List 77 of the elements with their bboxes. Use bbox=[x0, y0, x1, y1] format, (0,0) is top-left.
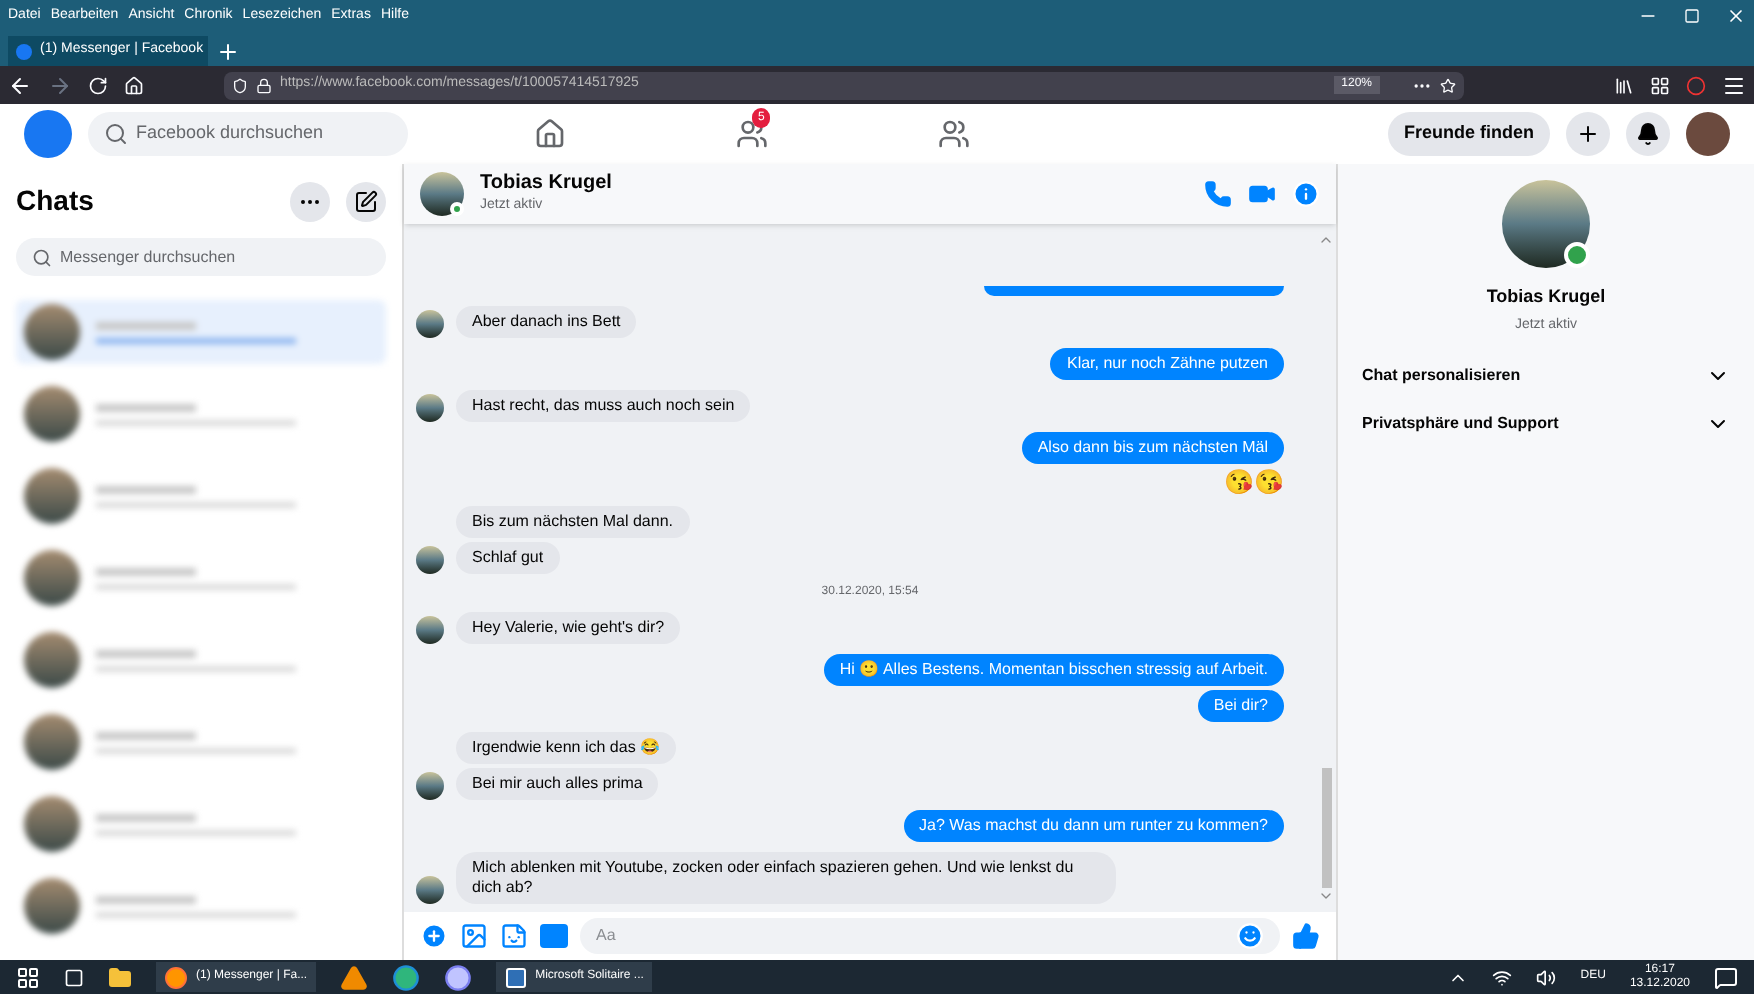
find-friends-button[interactable]: Freunde finden bbox=[1388, 112, 1550, 156]
outgoing-message: Also dann bis zum nächsten Mäl bbox=[1021, 432, 1284, 464]
emoji-message: 😘😘 bbox=[1224, 468, 1284, 496]
facebook-search-field[interactable]: Facebook durchsuchen bbox=[88, 112, 408, 156]
create-button[interactable] bbox=[1566, 112, 1610, 156]
info-icon[interactable] bbox=[1292, 180, 1320, 208]
maximize-icon[interactable] bbox=[1684, 8, 1700, 24]
video-camera-icon[interactable] bbox=[1248, 180, 1276, 208]
details-name: Tobias Krugel bbox=[1486, 284, 1606, 310]
sender-avatar bbox=[416, 616, 444, 644]
folder-icon[interactable] bbox=[108, 965, 132, 989]
incoming-message: Hast recht, das muss auch noch sein bbox=[456, 390, 751, 422]
incoming-message: Schlaf gut bbox=[456, 542, 560, 574]
incoming-message: Mich ablenken mit Youtube, zocken oder einfach spazieren gehen. Und wie lenkst du dich ab? bbox=[456, 852, 1116, 904]
outgoing-message: Bei dir? bbox=[1197, 690, 1284, 722]
outgoing-message: Hi 🙂 Alles Bestens. Momentan bisschen stressig auf Arbeit. bbox=[823, 654, 1284, 686]
incoming-message: Hey Valerie, wie geht's dir? bbox=[456, 612, 681, 644]
phone-icon[interactable] bbox=[1204, 180, 1232, 208]
extension-icon[interactable] bbox=[1686, 75, 1706, 95]
cards-icon bbox=[503, 965, 528, 989]
emoji-icon[interactable] bbox=[1236, 922, 1264, 950]
chat-list-item[interactable] bbox=[16, 300, 386, 364]
sender-avatar bbox=[416, 546, 444, 574]
new-tab-icon[interactable] bbox=[216, 40, 240, 64]
notification-center-icon[interactable] bbox=[1714, 965, 1738, 989]
friends-icon[interactable] bbox=[736, 118, 768, 150]
incoming-message: Bei mir auch alles prima bbox=[456, 768, 659, 800]
contact-avatar bbox=[420, 172, 464, 216]
thumbs-up-icon[interactable] bbox=[1292, 922, 1320, 950]
notifications-button[interactable] bbox=[1626, 112, 1670, 156]
compose-icon bbox=[354, 189, 378, 213]
task-view-icon[interactable] bbox=[64, 967, 84, 987]
plus-icon bbox=[1576, 122, 1600, 146]
scrollbar-thumb[interactable] bbox=[1321, 768, 1331, 888]
bell-icon bbox=[1636, 122, 1660, 146]
start-icon[interactable] bbox=[16, 965, 40, 989]
messenger-search-field[interactable]: Messenger durchsuchen bbox=[16, 238, 386, 276]
groups-icon[interactable] bbox=[938, 118, 970, 150]
contact-name: Tobias Krugel bbox=[480, 171, 614, 196]
sender-avatar bbox=[416, 772, 444, 800]
add-icon[interactable] bbox=[420, 922, 448, 950]
close-icon[interactable] bbox=[1726, 6, 1746, 26]
scroll-down-icon[interactable] bbox=[1318, 888, 1334, 904]
incoming-message: Aber danach ins Bett bbox=[456, 306, 637, 338]
shield-icon bbox=[232, 77, 248, 93]
sidebar-icon[interactable] bbox=[1650, 75, 1670, 95]
outgoing-message: Ja? Was machst du dann um runter zu kommen? bbox=[903, 810, 1284, 842]
sender-avatar bbox=[416, 394, 444, 422]
profile-picture bbox=[1502, 180, 1590, 268]
details-section[interactable]: Chat personalisieren bbox=[1354, 352, 1738, 400]
lock-icon bbox=[256, 77, 272, 93]
traffic-cone-icon[interactable] bbox=[339, 963, 368, 991]
incoming-message: Irgendwie kenn ich das 😂 bbox=[456, 732, 677, 764]
profile-avatar[interactable] bbox=[1686, 112, 1730, 156]
new-message-button[interactable] bbox=[346, 181, 386, 221]
back-icon[interactable] bbox=[8, 73, 32, 97]
scroll-up-icon[interactable] bbox=[1318, 232, 1334, 248]
sidebar-title: Chats bbox=[16, 182, 96, 220]
sender-avatar bbox=[416, 876, 444, 904]
facebook-logo-icon[interactable] bbox=[24, 110, 72, 158]
menu-icon[interactable] bbox=[1722, 73, 1746, 97]
library-icon[interactable] bbox=[1614, 75, 1634, 95]
reload-icon[interactable] bbox=[88, 75, 108, 95]
bookmark-star-icon[interactable] bbox=[1440, 77, 1456, 93]
sender-avatar bbox=[416, 310, 444, 338]
search-icon bbox=[104, 122, 128, 146]
photo-icon[interactable] bbox=[460, 922, 488, 950]
outgoing-message: Klar, nur noch Zähne putzen bbox=[1050, 348, 1284, 380]
search-icon bbox=[32, 247, 52, 267]
forward-icon[interactable] bbox=[48, 73, 72, 97]
speaker-icon[interactable] bbox=[1536, 967, 1557, 987]
options-button[interactable] bbox=[290, 181, 330, 221]
sticker-icon[interactable] bbox=[500, 922, 528, 950]
incoming-message: Bis zum nächsten Mal dann. bbox=[456, 506, 689, 538]
app-icon[interactable] bbox=[443, 963, 472, 991]
details-section[interactable]: Privatsphäre und Support bbox=[1354, 400, 1738, 448]
network-icon[interactable] bbox=[1492, 967, 1513, 987]
